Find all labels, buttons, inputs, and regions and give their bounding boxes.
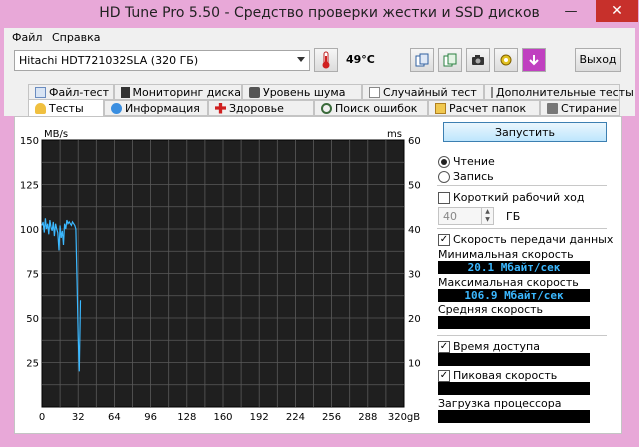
checkbox-box: ✓	[438, 340, 450, 353]
tab-file-test[interactable]: Файл-тест	[28, 84, 114, 100]
radio-dot	[438, 170, 450, 183]
trash-icon	[547, 102, 558, 114]
avg-speed-label: Средняя скорость	[438, 303, 544, 316]
title-bar: HD Tune Pro 5.50 - Средство проверки жес…	[0, 0, 639, 28]
window-title: HD Tune Pro 5.50 - Средство проверки жес…	[99, 5, 540, 21]
chevron-down-icon	[297, 57, 305, 62]
short-stroke-value: 40	[443, 210, 457, 223]
menu-file[interactable]: Файл	[12, 31, 42, 44]
tab-strip: Файл-тест Мониторинг диска Уровень шума …	[4, 82, 635, 117]
radio-dot	[438, 155, 450, 168]
drive-select[interactable]: Hitachi HDT721032SLA (320 ГБ)	[14, 50, 310, 71]
tab-label: Файл-тест	[49, 85, 109, 99]
tab-random-test[interactable]: Случайный тест	[362, 84, 484, 100]
exit-button[interactable]: Выход	[575, 48, 621, 72]
wrench-icon	[500, 54, 512, 66]
thermometer-button[interactable]	[314, 48, 338, 72]
menu-bar: Файл Справка	[4, 28, 635, 48]
health-cross-icon	[215, 102, 226, 114]
toolbar: Hitachi HDT721032SLA (320 ГБ) 49°C Выход	[4, 48, 635, 82]
tab-label: Информация	[125, 101, 200, 115]
drive-select-value: Hitachi HDT721032SLA (320 ГБ)	[19, 54, 199, 67]
min-speed-value: 20.1 Мбайт/сек	[438, 261, 590, 274]
tab-extra-tests[interactable]: Дополнительные тесты	[484, 84, 634, 100]
burst-rate-checkbox[interactable]: ✓ Пиковая скорость	[438, 369, 557, 382]
speaker-icon	[249, 86, 260, 98]
tab-label: Случайный тест	[383, 85, 477, 99]
copy-all-button[interactable]	[438, 48, 462, 72]
tab-erase[interactable]: Стирание	[540, 100, 620, 116]
tab-noise-level[interactable]: Уровень шума	[242, 84, 362, 100]
cpu-usage-value	[438, 410, 590, 423]
copy-info-button[interactable]	[410, 48, 434, 72]
short-stroke-unit: ГБ	[506, 210, 521, 223]
divider	[437, 185, 607, 186]
tab-label: Тесты	[49, 101, 84, 115]
file-icon	[35, 86, 46, 98]
menu-help[interactable]: Справка	[52, 31, 100, 44]
read-radio[interactable]: Чтение	[438, 155, 495, 168]
tab-health[interactable]: Здоровье	[208, 100, 314, 116]
transfer-rate-checkbox[interactable]: ✓ Скорость передачи данных	[438, 233, 613, 246]
access-time-value	[438, 353, 590, 366]
spinner-arrows-icon[interactable]: ▲ ▼	[481, 208, 493, 224]
copy-all-icon	[443, 53, 457, 67]
burst-rate-value	[438, 382, 590, 395]
transfer-rate-label: Скорость передачи данных	[453, 233, 614, 246]
list-icon	[491, 86, 493, 98]
dice-icon	[369, 86, 380, 98]
max-speed-label: Максимальная скорость	[438, 276, 579, 289]
camera-icon	[472, 55, 484, 65]
tab-label: Расчет папок	[449, 101, 527, 115]
app-window: HD Tune Pro 5.50 - Средство проверки жес…	[0, 0, 639, 447]
download-icon	[529, 55, 539, 66]
thermometer-icon	[322, 51, 330, 69]
magnifier-icon	[321, 102, 332, 114]
tab-label: Дополнительные тесты	[496, 85, 634, 99]
divider	[437, 228, 607, 229]
write-radio[interactable]: Запись	[438, 170, 494, 183]
min-speed-label: Минимальная скорость	[438, 248, 574, 261]
checkbox-box	[438, 191, 450, 204]
access-time-checkbox[interactable]: ✓ Время доступа	[438, 340, 540, 353]
lightbulb-icon	[35, 102, 46, 114]
screenshot-button[interactable]	[466, 48, 490, 72]
options-button[interactable]	[494, 48, 518, 72]
avg-speed-value	[438, 316, 590, 329]
tab-folder-usage[interactable]: Расчет папок	[428, 100, 540, 116]
monitor-icon	[121, 86, 130, 98]
tab-label: Поиск ошибок	[335, 101, 418, 115]
tab-label: Мониторинг диска	[132, 85, 242, 99]
divider	[437, 335, 607, 336]
burst-rate-label: Пиковая скорость	[453, 369, 558, 382]
save-button[interactable]	[522, 48, 546, 72]
info-icon	[111, 102, 122, 114]
close-button[interactable]: ✕	[596, 0, 638, 22]
write-label: Запись	[453, 170, 494, 183]
short-stroke-spinner[interactable]: 40 ▲ ▼	[438, 207, 494, 225]
read-label: Чтение	[453, 155, 495, 168]
short-stroke-label: Короткий рабочий ход	[453, 191, 585, 204]
folder-icon	[435, 102, 446, 114]
minimize-button[interactable]: —	[560, 0, 582, 22]
copy-icon	[415, 53, 429, 67]
start-button[interactable]: Запустить	[443, 122, 607, 142]
tab-benchmark[interactable]: Тесты	[28, 99, 104, 117]
tab-label: Уровень шума	[263, 85, 346, 99]
tab-label: Здоровье	[229, 101, 284, 115]
checkbox-box: ✓	[438, 369, 450, 382]
tab-disk-monitor[interactable]: Мониторинг диска	[114, 84, 242, 100]
tab-error-scan[interactable]: Поиск ошибок	[314, 100, 428, 116]
checkbox-box: ✓	[438, 233, 450, 246]
tab-info[interactable]: Информация	[104, 100, 208, 116]
max-speed-value: 106.9 Мбайт/сек	[438, 289, 590, 302]
access-time-label: Время доступа	[453, 340, 540, 353]
temperature-value: 49°C	[346, 53, 375, 66]
tab-label: Стирание	[561, 101, 618, 115]
short-stroke-checkbox[interactable]: Короткий рабочий ход	[438, 191, 584, 204]
cpu-usage-label: Загрузка процессора	[438, 397, 562, 410]
